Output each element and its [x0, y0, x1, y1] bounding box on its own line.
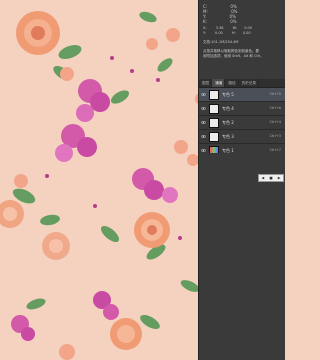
- visibility-eye-icon[interactable]: [199, 121, 207, 124]
- channel-shortcut: Ctrl+3: [269, 134, 281, 138]
- info-k-row: K: 0%: [203, 19, 237, 24]
- channel-thumbnail: [209, 103, 219, 114]
- channel-shortcut: Ctrl+6: [269, 106, 281, 110]
- coord-w-label: W:: [232, 26, 238, 30]
- channel-row[interactable]: 专色 5 Ctrl+5: [199, 88, 285, 102]
- channel-label: 专色 4: [222, 106, 234, 111]
- channel-thumbnail: [209, 89, 219, 100]
- coordinate-readout: X: 3.38 W: 0.00 Y: 0.00 H: 0.00: [203, 26, 252, 36]
- info-readout: C: 0% M: 0% Y: 0% K: 0%: [203, 4, 237, 24]
- coord-y-label: Y:: [203, 31, 206, 35]
- coord-h-label: H:: [231, 31, 236, 35]
- tab-channels[interactable]: 通道: [212, 79, 226, 87]
- visibility-eye-icon[interactable]: [199, 107, 207, 110]
- panel-toggle[interactable]: ◀ ■ ▶: [258, 174, 284, 182]
- channels-list: 专色 5 Ctrl+5 专色 4 Ctrl+6 专色 2 Ctrl+4 专色 3: [199, 88, 285, 158]
- channel-shortcut: Ctrl+4: [269, 120, 281, 124]
- coord-x-value: 3.38: [215, 26, 224, 30]
- channel-shortcut: Ctrl+5: [269, 92, 281, 96]
- panel-empty-area: [199, 153, 285, 360]
- channel-row[interactable]: 专色 3 Ctrl+3: [199, 130, 285, 144]
- toggle-left-icon[interactable]: ◀: [262, 176, 265, 180]
- toggle-mid-icon[interactable]: ■: [269, 176, 272, 180]
- info-k-value: 0%: [230, 19, 237, 24]
- visibility-eye-icon[interactable]: [199, 93, 207, 96]
- visibility-eye-icon[interactable]: [199, 135, 207, 138]
- channel-thumbnail: [209, 131, 219, 142]
- channel-label: 专色 2: [222, 120, 234, 125]
- channel-label: 专色 3: [222, 134, 234, 139]
- channel-thumbnail: [209, 117, 219, 128]
- tab-history[interactable]: 历史记录: [239, 79, 259, 87]
- help-text: 点按并拖移以吸取颜色到前景色。要 用附加选项，使用 Shift、Alt 和 Ct…: [203, 49, 264, 59]
- coord-y-value: 0.00: [214, 31, 223, 35]
- coord-h-value: 0.00: [242, 31, 251, 35]
- toggle-right-icon[interactable]: ▶: [278, 176, 281, 180]
- info-k-label: K:: [203, 19, 207, 24]
- channel-row[interactable]: 专色 4 Ctrl+6: [199, 102, 285, 116]
- doc-size-line: 文档:101.1M/204.4M: [203, 40, 239, 44]
- tab-layers[interactable]: 图层: [199, 79, 213, 87]
- coord-w-value: 0.00: [244, 26, 252, 30]
- coord-yh-row: Y: 0.00 H: 0.00: [203, 31, 252, 36]
- document-size: 文档:101.1M/204.4M: [203, 40, 238, 45]
- channel-row[interactable]: 专色 2 Ctrl+4: [199, 116, 285, 130]
- panel-tabs: 图层 通道 路径 历史记录: [199, 79, 285, 88]
- help-line-2: 用附加选项，使用 Shift、Alt 和 Ctrl。: [203, 54, 264, 58]
- coord-x-label: X:: [203, 26, 207, 30]
- tab-paths[interactable]: 路径: [225, 79, 239, 87]
- visibility-eye-icon[interactable]: [199, 149, 207, 152]
- channel-label: 专色 5: [222, 92, 234, 97]
